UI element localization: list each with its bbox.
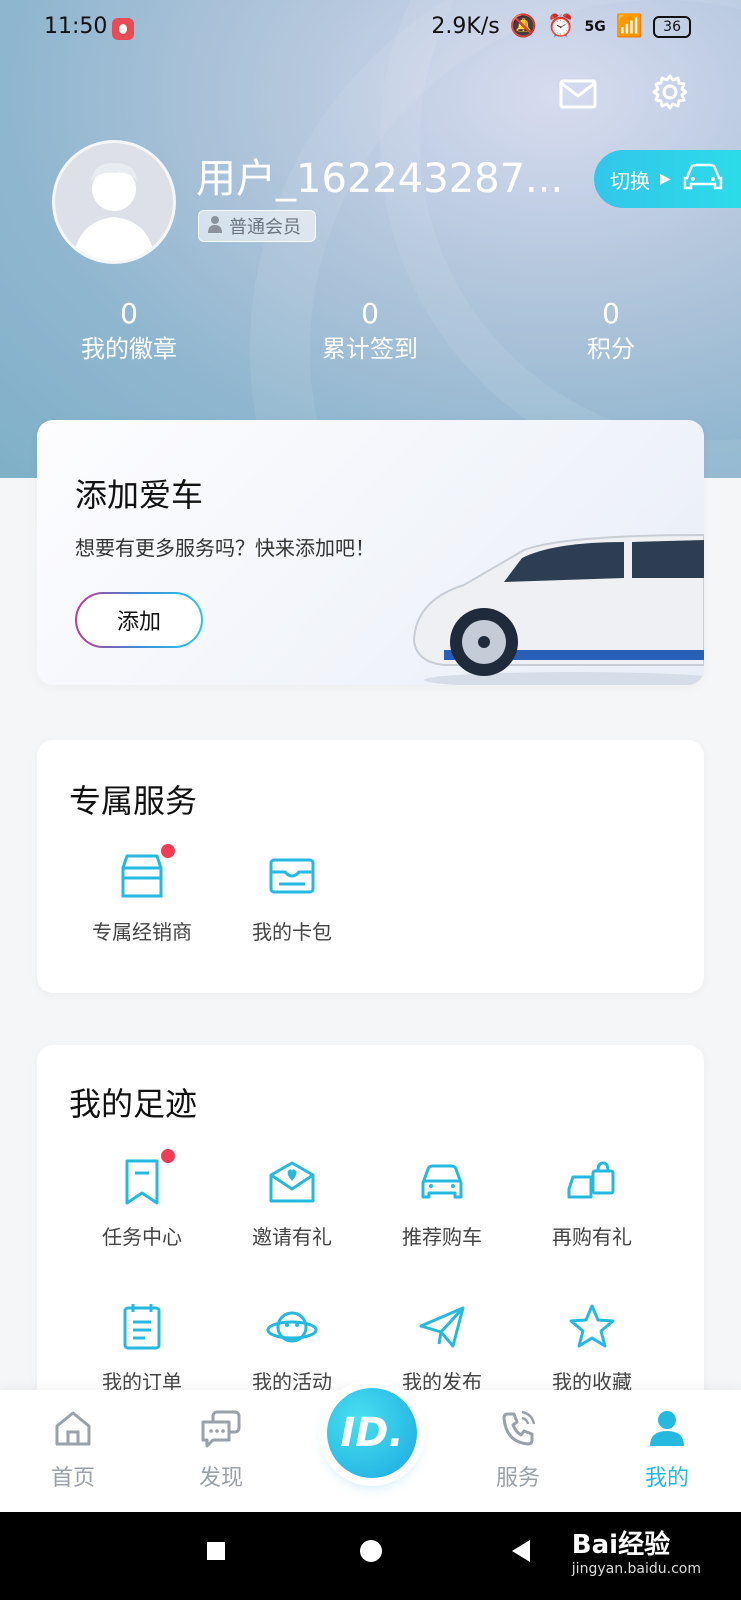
stat-value: 0 (602, 297, 620, 330)
orders-entry[interactable]: 我的订单 (67, 1300, 217, 1395)
back-button[interactable] (512, 1540, 530, 1562)
alarm-icon: ⏰ (547, 14, 575, 39)
stat-value: 0 (120, 297, 138, 330)
wifi-icon: 📶 (615, 14, 644, 39)
car-outline-icon (681, 162, 725, 197)
add-car-title: 添加爱车 (75, 476, 204, 514)
car-illustration (412, 533, 704, 685)
posts-entry[interactable]: 我的发布 (367, 1300, 517, 1395)
battery-indicator: 36 (653, 15, 691, 38)
invite-entry[interactable]: 邀请有礼 (217, 1155, 367, 1250)
caret-right-icon: ▶ (660, 171, 671, 187)
footprint-card: 我的足迹 任务中心 邀请有礼 推荐购车 再购有礼 我的订单 我的活动 我的发布 … (37, 1045, 704, 1445)
envelope-heart-icon (265, 1155, 319, 1209)
stat-points[interactable]: 0 积分 (511, 296, 711, 366)
activities-entry[interactable]: 我的活动 (217, 1300, 367, 1395)
car-bag-icon (565, 1155, 619, 1209)
invite-label: 邀请有礼 (252, 1225, 332, 1249)
stat-label: 累计签到 (322, 335, 418, 363)
store-icon (115, 844, 175, 904)
recommend-car-entry[interactable]: 推荐购车 (367, 1155, 517, 1250)
nav-service[interactable]: 服务 (463, 1408, 573, 1492)
nav-home-label: 首页 (50, 1466, 95, 1491)
gear-icon[interactable] (650, 72, 690, 112)
watermark-brand: Bai经验 (571, 1530, 671, 1560)
repurchase-label: 再购有礼 (552, 1225, 632, 1249)
switch-vehicle-button[interactable]: 切换 ▶ (594, 150, 741, 208)
home-icon (55, 1411, 91, 1446)
planet-icon (265, 1300, 319, 1354)
exclusive-services-card: 专属服务 专属经销商 我的卡包 (37, 740, 704, 993)
nav-mine-label: 我的 (644, 1466, 689, 1491)
member-level-label: 普通会员 (229, 217, 301, 238)
card-wallet-label: 我的卡包 (252, 920, 332, 944)
card-icon (265, 850, 319, 904)
paper-plane-icon (415, 1300, 469, 1354)
stat-label: 我的徽章 (81, 335, 177, 363)
recommend-car-label: 推荐购车 (402, 1225, 482, 1249)
nav-discover-label: 发现 (198, 1466, 243, 1491)
network-type: 5G (584, 18, 606, 35)
car-icon (415, 1155, 469, 1209)
clipboard-icon (115, 1300, 169, 1354)
dealer-label: 专属经销商 (92, 920, 192, 944)
username[interactable]: 用户_162243287... (196, 146, 563, 204)
user-icon (650, 1411, 684, 1446)
mute-icon: 🔕 (509, 14, 538, 39)
person-icon (207, 215, 223, 238)
add-car-button[interactable]: 添加 (75, 592, 203, 648)
stat-label: 积分 (587, 335, 635, 363)
dealer-entry[interactable]: 专属经销商 (67, 844, 217, 945)
nav-home[interactable]: 首页 (18, 1408, 128, 1492)
card-wallet-entry[interactable]: 我的卡包 (217, 850, 367, 945)
member-level-badge[interactable]: 普通会员 (198, 210, 316, 242)
stat-checkins[interactable]: 0 累计签到 (270, 296, 470, 366)
notification-dot (161, 1149, 175, 1163)
favorites-entry[interactable]: 我的收藏 (517, 1300, 667, 1395)
avatar[interactable] (52, 140, 176, 264)
nav-mine[interactable]: 我的 (612, 1408, 722, 1492)
chat-icon (201, 1410, 241, 1448)
id-center-button[interactable]: ID. (327, 1388, 417, 1478)
stat-value: 0 (361, 297, 379, 330)
home-button[interactable] (360, 1540, 382, 1562)
status-bar: 11:50 2.9K/s 🔕 ⏰ 5G 📶 36 (0, 0, 741, 58)
bookmark-icon (115, 1149, 175, 1209)
nav-discover[interactable]: 发现 (166, 1408, 276, 1492)
watermark-url: jingyan.baidu.com (571, 1561, 701, 1577)
star-icon (565, 1300, 619, 1354)
status-time: 11:50 (44, 14, 108, 39)
task-center-label: 任务中心 (102, 1225, 182, 1249)
add-car-card: 添加爱车 想要有更多服务吗？快来添加吧！ 添加 (37, 420, 704, 685)
screen-record-icon (112, 18, 134, 40)
stat-badges[interactable]: 0 我的徽章 (29, 296, 229, 366)
status-icons: 2.9K/s 🔕 ⏰ 5G 📶 36 (431, 14, 691, 39)
task-center-entry[interactable]: 任务中心 (67, 1149, 217, 1250)
baidu-watermark: Bai经验 jingyan.baidu.com (572, 1524, 701, 1577)
exclusive-services-title: 专属服务 (69, 782, 198, 820)
phone-icon (502, 1410, 536, 1446)
network-speed: 2.9K/s (431, 14, 500, 39)
recent-apps-button[interactable] (207, 1542, 225, 1560)
add-car-subtitle: 想要有更多服务吗？快来添加吧！ (75, 536, 375, 560)
footprint-title: 我的足迹 (69, 1085, 198, 1123)
notification-dot (161, 844, 175, 858)
nav-service-label: 服务 (495, 1466, 540, 1491)
switch-label: 切换 (610, 168, 650, 193)
message-icon[interactable] (558, 74, 598, 114)
repurchase-entry[interactable]: 再购有礼 (517, 1155, 667, 1250)
